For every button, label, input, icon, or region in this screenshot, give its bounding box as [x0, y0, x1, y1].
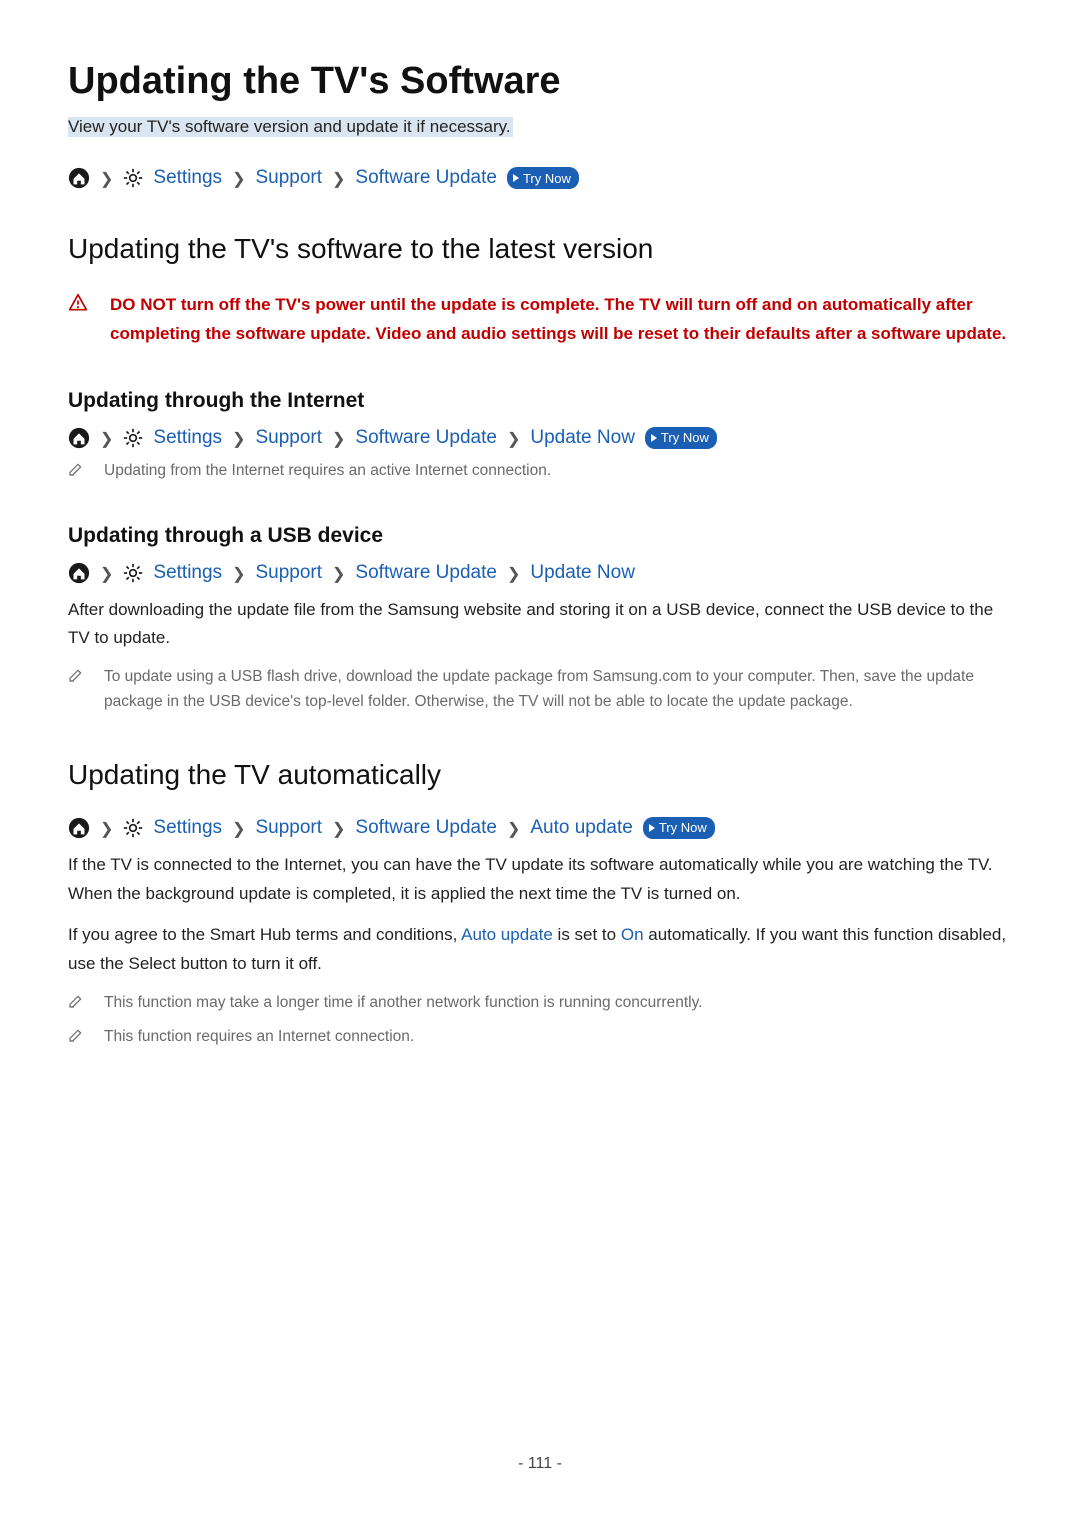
breadcrumb-software-update[interactable]: Software Update — [355, 562, 497, 584]
breadcrumb-software-update[interactable]: Software Update — [355, 817, 497, 839]
section-heading-latest: Updating the TV's software to the latest… — [68, 233, 1012, 265]
gear-icon — [123, 428, 143, 448]
breadcrumb-update-now[interactable]: Update Now — [530, 427, 635, 449]
breadcrumb-usb: ❯ Settings ❯ Support ❯ Software Update ❯… — [68, 562, 1012, 584]
try-now-button[interactable]: Try Now — [507, 167, 579, 189]
pencil-icon — [68, 1027, 84, 1043]
breadcrumb-support[interactable]: Support — [255, 817, 322, 839]
subsection-heading-usb: Updating through a USB device — [68, 524, 1012, 548]
chevron-right-icon: ❯ — [232, 819, 245, 839]
warning-block: DO NOT turn off the TV's power until the… — [68, 291, 1012, 349]
pencil-icon — [68, 993, 84, 1009]
chevron-right-icon: ❯ — [507, 819, 520, 839]
chevron-right-icon: ❯ — [232, 429, 245, 449]
section-heading-auto: Updating the TV automatically — [68, 759, 1012, 791]
usb-body-text: After downloading the update file from t… — [68, 596, 1012, 654]
try-now-button[interactable]: Try Now — [643, 817, 715, 839]
gear-icon — [123, 563, 143, 583]
intro-text: View your TV's software version and upda… — [68, 117, 513, 137]
note-text: Updating from the Internet requires an a… — [104, 459, 551, 484]
page-number: - 111 - — [0, 1455, 1080, 1473]
breadcrumb-main: ❯ Settings ❯ Support ❯ Software Update T… — [68, 167, 1012, 189]
home-icon — [68, 167, 90, 189]
breadcrumb-software-update[interactable]: Software Update — [355, 167, 497, 189]
breadcrumb-settings[interactable]: Settings — [153, 562, 222, 584]
auto-body-1: If the TV is connected to the Internet, … — [68, 851, 1012, 909]
chevron-right-icon: ❯ — [332, 564, 345, 584]
note-text: This function requires an Internet conne… — [104, 1025, 414, 1050]
breadcrumb-support[interactable]: Support — [255, 167, 322, 189]
breadcrumb-auto-update[interactable]: Auto update — [530, 817, 632, 839]
text-fragment: is set to — [553, 925, 621, 944]
home-icon — [68, 427, 90, 449]
home-icon — [68, 562, 90, 584]
page-title: Updating the TV's Software — [68, 60, 1012, 103]
pencil-icon — [68, 461, 84, 477]
note-text: This function may take a longer time if … — [104, 991, 702, 1016]
chevron-right-icon: ❯ — [100, 429, 113, 449]
subsection-heading-internet: Updating through the Internet — [68, 389, 1012, 413]
pencil-icon — [68, 667, 84, 683]
warning-icon — [68, 293, 88, 313]
inline-link-on: On — [621, 925, 644, 944]
note-auto-2: This function requires an Internet conne… — [68, 1025, 1012, 1050]
chevron-right-icon: ❯ — [100, 819, 113, 839]
breadcrumb-support[interactable]: Support — [255, 562, 322, 584]
chevron-right-icon: ❯ — [100, 169, 113, 189]
chevron-right-icon: ❯ — [232, 564, 245, 584]
home-icon — [68, 817, 90, 839]
note-auto-1: This function may take a longer time if … — [68, 991, 1012, 1016]
chevron-right-icon: ❯ — [332, 819, 345, 839]
breadcrumb-support[interactable]: Support — [255, 427, 322, 449]
inline-link-auto-update: Auto update — [461, 925, 553, 944]
breadcrumb-update-now[interactable]: Update Now — [530, 562, 635, 584]
chevron-right-icon: ❯ — [232, 169, 245, 189]
warning-text: DO NOT turn off the TV's power until the… — [110, 291, 1012, 349]
breadcrumb-settings[interactable]: Settings — [153, 427, 222, 449]
note-usb: To update using a USB flash drive, downl… — [68, 665, 1012, 715]
breadcrumb-settings[interactable]: Settings — [153, 167, 222, 189]
breadcrumb-settings[interactable]: Settings — [153, 817, 222, 839]
auto-body-2: If you agree to the Smart Hub terms and … — [68, 921, 1012, 979]
gear-icon — [123, 818, 143, 838]
text-fragment: If you agree to the Smart Hub terms and … — [68, 925, 461, 944]
chevron-right-icon: ❯ — [507, 564, 520, 584]
chevron-right-icon: ❯ — [332, 169, 345, 189]
try-now-button[interactable]: Try Now — [645, 427, 717, 449]
gear-icon — [123, 168, 143, 188]
chevron-right-icon: ❯ — [507, 429, 520, 449]
breadcrumb-auto: ❯ Settings ❯ Support ❯ Software Update ❯… — [68, 817, 1012, 839]
note-internet: Updating from the Internet requires an a… — [68, 459, 1012, 484]
breadcrumb-internet: ❯ Settings ❯ Support ❯ Software Update ❯… — [68, 427, 1012, 449]
note-text: To update using a USB flash drive, downl… — [104, 665, 1012, 715]
chevron-right-icon: ❯ — [332, 429, 345, 449]
chevron-right-icon: ❯ — [100, 564, 113, 584]
breadcrumb-software-update[interactable]: Software Update — [355, 427, 497, 449]
